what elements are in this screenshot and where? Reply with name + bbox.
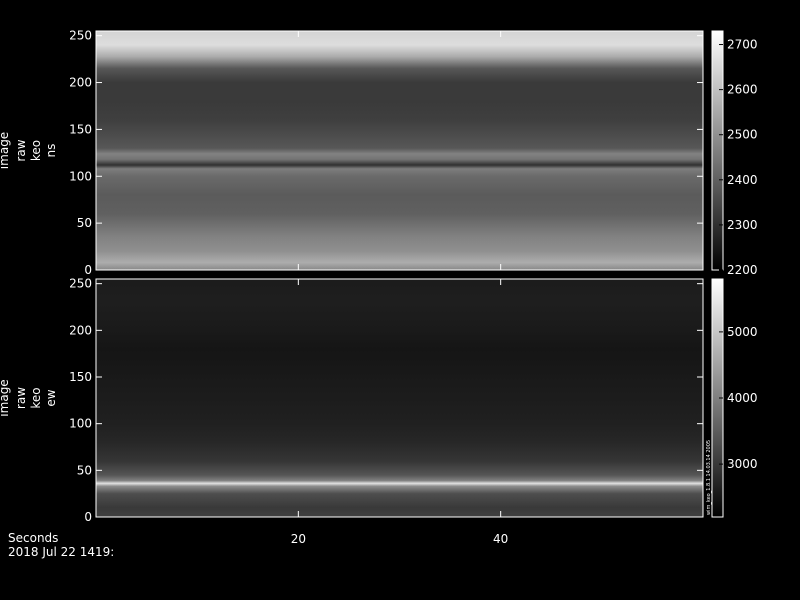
colorbar-tick-label: 2700 [727,38,758,52]
y-axis-label-line: keo [29,140,43,161]
y-tick-label: 200 [69,323,92,337]
y-tick-label: 150 [69,370,92,384]
y-axis-label-line: image [0,379,11,416]
y-tick-label: 0 [84,510,92,524]
keogram-chart-svg: 050100150200250image raw keo ns220023002400… [0,29,758,546]
y-axis-label-line: raw [14,139,28,161]
colorbar-tick-label: 2500 [727,128,758,142]
x-axis-label: Seconds [8,531,59,545]
colorbar-tick-label: 3000 [727,457,758,471]
y-tick-label: 100 [69,417,92,431]
x-tick-label: 40 [493,532,508,546]
colorbar-tick-label: 2600 [727,83,758,97]
colorbar-tick-label: 4000 [727,391,758,405]
y-tick-label: 250 [69,29,92,43]
y-tick-label: 50 [77,463,92,477]
y-tick-label: 250 [69,277,92,291]
y-tick-label: 200 [69,76,92,90]
keogram-panel-1: 0 50 100 150 200 250 image raw keo ns 2200 2300 2400… [0,29,758,277]
colorbar-tick-label: 2400 [727,173,758,187]
keogram-panel-2: 0 50 100 150 200 250 image raw keo ew 3000 4000 5000… [0,277,758,524]
y-tick-label: 0 [84,263,92,277]
colorbar-1 [711,30,724,271]
y-axis-label-line: ew [44,389,58,406]
x-tick-label: 20 [291,532,306,546]
date-time-stamp: 2018 Jul 22 1419: [8,545,115,559]
colorbar-tick-label: 5000 [727,325,758,339]
colorbar-version-label: wim_keo_1.8.1 14.03.14 2005 [706,440,712,515]
y-tick-label: 150 [69,122,92,136]
keogram-image-2 [96,279,703,517]
y-axis-label-line: ns [44,144,58,158]
colorbar-tick-label: 2200 [727,263,758,277]
y-axis-label-line: raw [14,387,28,409]
y-tick-label: 100 [69,169,92,183]
y-axis-label-line: keo [29,387,43,408]
colorbar-tick-label: 2300 [727,218,758,232]
y-tick-label: 50 [77,216,92,230]
y-axis-label-line: image [0,132,11,169]
keogram-image-1 [96,31,703,270]
keogram-figure: 0 50 100 150 200 250 image raw keo ns 2200 2300 2400… [0,0,800,600]
